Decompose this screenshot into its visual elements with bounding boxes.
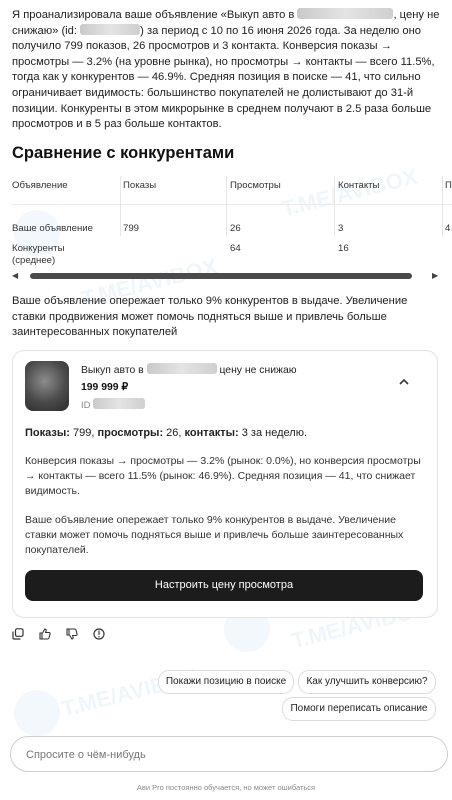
table-cell: 64 bbox=[230, 243, 241, 254]
chevron-up-icon[interactable] bbox=[397, 377, 411, 391]
looks-label: просмотры: bbox=[97, 427, 164, 439]
table-header: Объявление bbox=[12, 180, 68, 191]
comparison-heading: Сравнение с конкурентами bbox=[12, 144, 235, 162]
thumbs-down-icon[interactable] bbox=[66, 627, 80, 641]
analysis-paragraph: Я проанализировала ваше объявление «Выку… bbox=[12, 8, 444, 133]
thumbs-up-icon[interactable] bbox=[39, 627, 53, 641]
telegram-watermark-icon bbox=[14, 690, 60, 736]
table-header: П bbox=[445, 180, 452, 191]
ad-id-label: ID bbox=[81, 400, 91, 411]
table-header: Контакты bbox=[338, 180, 380, 191]
suggestion-chip-improve-conversion[interactable]: Как улучшить конверсию? bbox=[298, 670, 436, 694]
info-icon[interactable] bbox=[93, 627, 107, 641]
copy-icon[interactable] bbox=[12, 627, 26, 641]
contacts-label: контакты: bbox=[184, 427, 239, 439]
table-cell: 799 bbox=[123, 223, 140, 234]
scrollbar-thumb[interactable] bbox=[30, 273, 412, 279]
suggestion-chip-search-position[interactable]: Покажи позицию в поиске bbox=[158, 670, 294, 694]
ad-title-end: цену не снижаю bbox=[219, 365, 297, 376]
suggestion-chip-rewrite-description[interactable]: Помоги переписать описание bbox=[282, 697, 436, 721]
chat-input[interactable] bbox=[24, 737, 428, 773]
scroll-left-arrow-icon[interactable]: ◀ bbox=[12, 272, 18, 280]
intro-text-start: Я проанализировала ваше объявление «Выку… bbox=[12, 9, 298, 21]
table-cell: 16 bbox=[338, 243, 349, 254]
intro-text-end: ) за период с 10 по 16 июня 2026 года. З… bbox=[12, 24, 435, 131]
ad-thumbnail[interactable] bbox=[25, 361, 69, 411]
set-view-price-button[interactable]: Настроить цену просмотра bbox=[25, 570, 423, 601]
card-summary-text: Ваше объявление опережает только 9% конк… bbox=[25, 514, 404, 557]
views-value: 799, bbox=[69, 427, 98, 439]
conversion-text: Конверсия показы → просмотры — 3.2% (рын… bbox=[25, 455, 421, 498]
footer-disclaimer: Ави Pro постоянно обучается, но может ош… bbox=[136, 783, 316, 792]
table-cell: Ваше объявление bbox=[12, 223, 93, 234]
table-header: Показы bbox=[123, 180, 157, 191]
scroll-right-arrow-icon[interactable]: ▶ bbox=[432, 272, 438, 280]
summary-paragraph: Ваше объявление опережает только 9% конк… bbox=[12, 295, 408, 338]
ad-id: ID bbox=[81, 398, 146, 411]
contacts-value: 3 за неделю. bbox=[238, 427, 307, 439]
table-header: Просмотры bbox=[230, 180, 281, 191]
redacted-city bbox=[297, 8, 394, 19]
ad-title[interactable]: Выкуп авто в цену не снижаю bbox=[81, 363, 297, 376]
ad-price: 199 999 ₽ bbox=[81, 382, 129, 393]
comparison-table: Объявление Показы Просмотры Контакты П В… bbox=[12, 170, 452, 266]
ad-analysis-card: Выкуп авто в цену не снижаю 199 999 ₽ ID… bbox=[12, 350, 438, 618]
table-cell: 4 bbox=[445, 223, 451, 234]
chat-input-container[interactable] bbox=[10, 736, 448, 773]
redacted-city bbox=[146, 363, 217, 374]
table-horizontal-scrollbar[interactable]: ◀ ▶ bbox=[12, 272, 440, 280]
table-cell: Конкуренты (среднее) bbox=[12, 243, 65, 266]
looks-value: 26, bbox=[163, 427, 185, 439]
views-label: Показы: bbox=[25, 427, 70, 439]
redacted-id bbox=[80, 23, 141, 35]
table-cell: 26 bbox=[230, 223, 241, 234]
ad-stats: Показы: 799, просмотры: 26, контакты: 3 … bbox=[25, 426, 429, 441]
ad-title-start: Выкуп авто в bbox=[81, 365, 147, 376]
table-cell: 3 bbox=[338, 223, 344, 234]
redacted-id bbox=[93, 398, 146, 409]
